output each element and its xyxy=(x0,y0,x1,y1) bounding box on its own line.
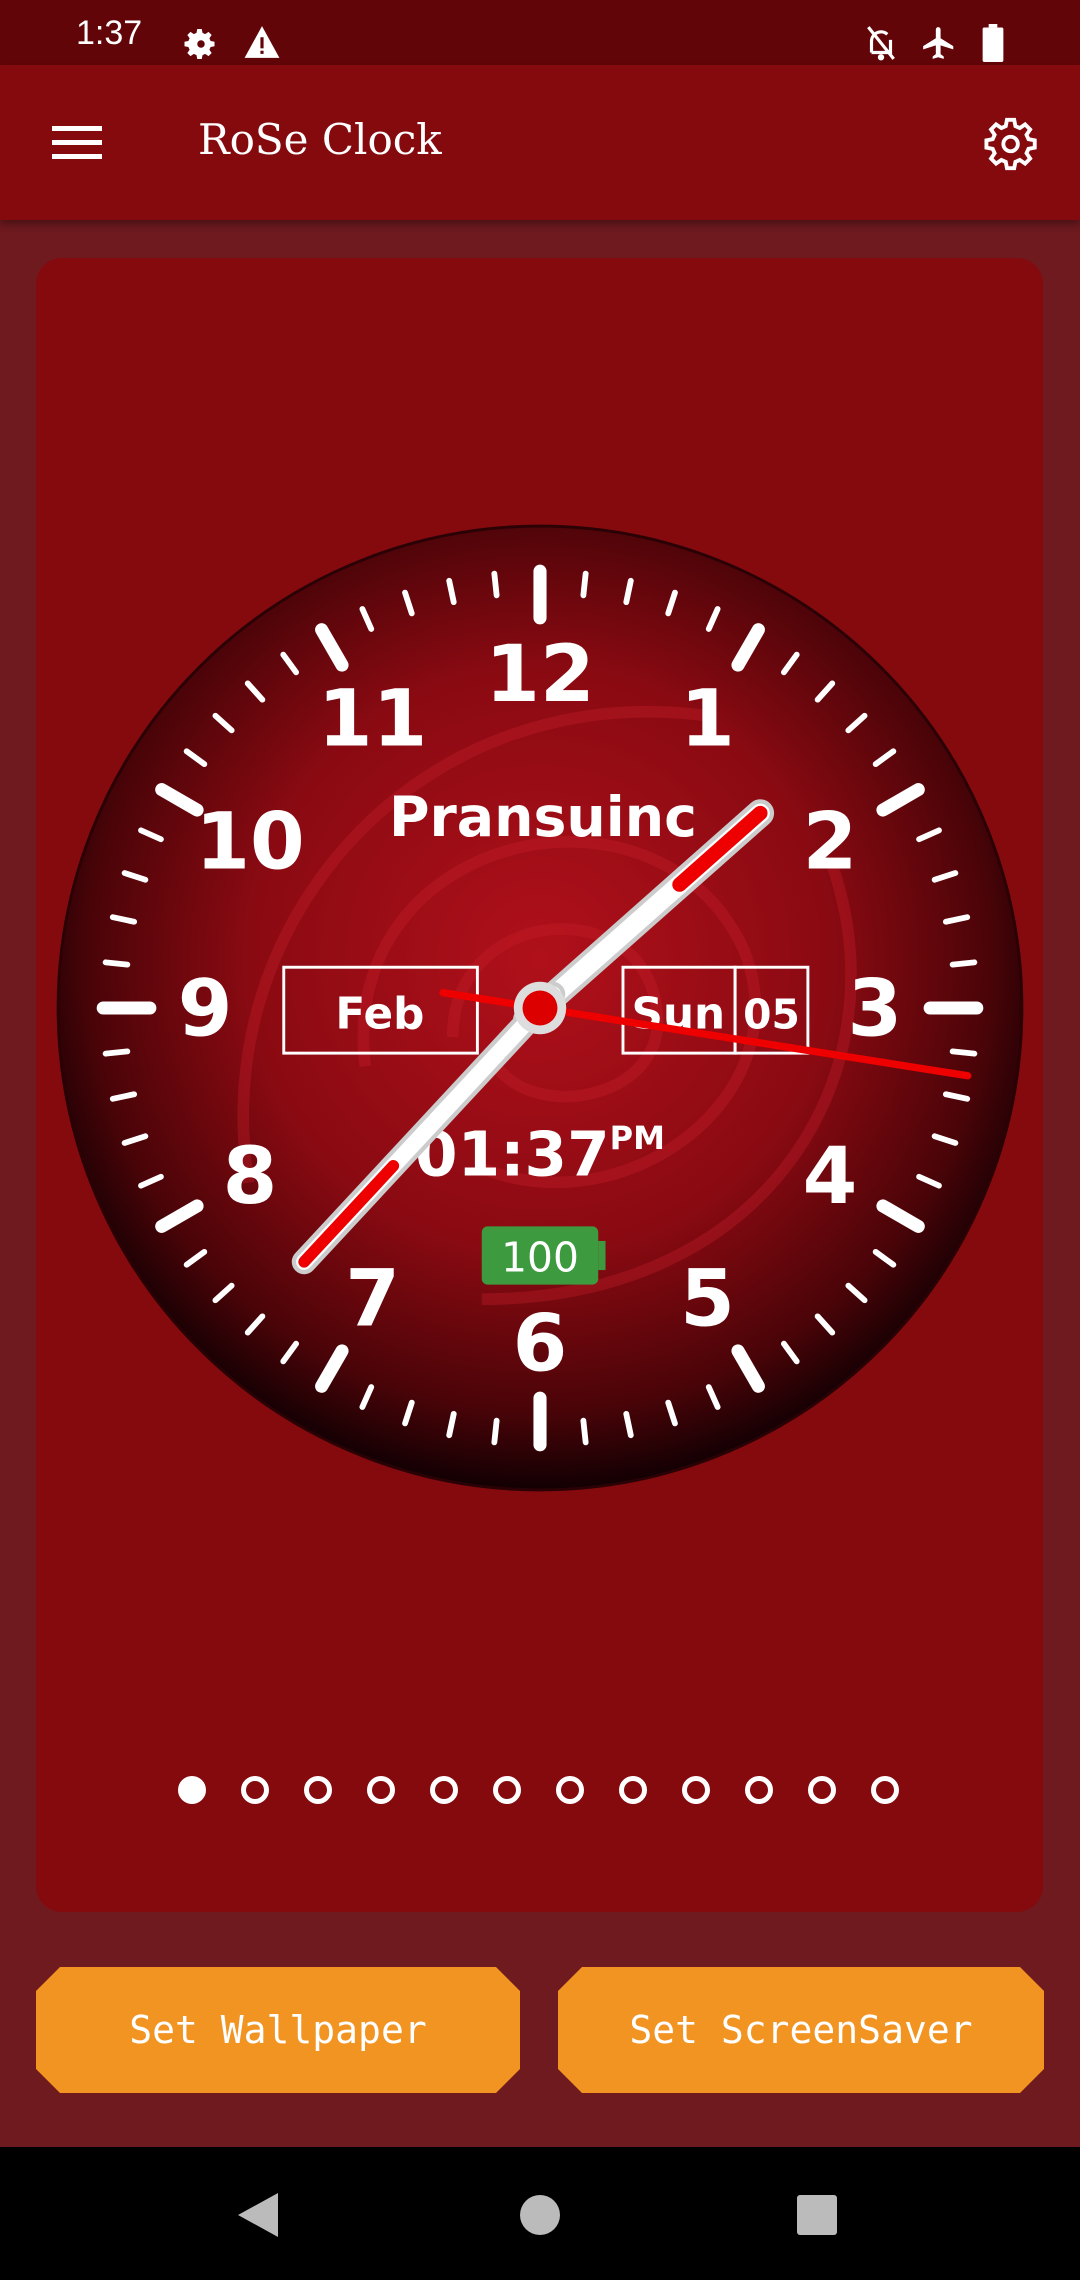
app-title: RoSe Clock xyxy=(198,115,442,164)
app-toolbar: RoSe Clock xyxy=(0,65,1080,220)
page-dot[interactable] xyxy=(430,1776,458,1804)
minute-tick xyxy=(949,1048,978,1057)
page-dot[interactable] xyxy=(304,1776,332,1804)
minute-tick xyxy=(102,1048,131,1057)
page-dot[interactable] xyxy=(241,1776,269,1804)
numeral-9: 9 xyxy=(178,963,233,1055)
page-dot[interactable] xyxy=(178,1776,206,1804)
minute-tick xyxy=(102,959,131,968)
minute-tick xyxy=(491,1417,500,1446)
page-dot[interactable] xyxy=(682,1776,710,1804)
numeral-7: 7 xyxy=(345,1253,400,1345)
set-wallpaper-button[interactable]: Set Wallpaper xyxy=(36,1967,520,2093)
numeral-6: 6 xyxy=(513,1298,568,1390)
notifications-off-icon xyxy=(867,26,895,61)
minute-tick xyxy=(491,570,500,599)
numeral-11: 11 xyxy=(318,673,427,765)
status-time: 1:37 xyxy=(76,14,143,52)
back-icon[interactable] xyxy=(238,2193,280,2237)
analog-clock: 12 1234567891011 Pransuinc Feb Sun 05 01:… xyxy=(56,524,1024,1492)
numeral-1: 1 xyxy=(680,673,735,765)
page-dot[interactable] xyxy=(493,1776,521,1804)
home-icon[interactable] xyxy=(519,2194,561,2236)
minute-tick xyxy=(580,570,589,599)
page-dot[interactable] xyxy=(871,1776,899,1804)
page-dot[interactable] xyxy=(745,1776,773,1804)
numeral-12: 12 xyxy=(485,628,594,720)
gear-icon[interactable] xyxy=(984,115,1042,173)
numeral-8: 8 xyxy=(223,1130,278,1222)
gear-icon xyxy=(184,29,215,59)
day-label: 05 xyxy=(743,990,800,1038)
battery-level: 100 xyxy=(501,1234,579,1282)
battery-icon xyxy=(982,24,1004,62)
battery-indicator: 100 xyxy=(481,1226,606,1285)
status-bar: 1:37 xyxy=(0,0,1080,65)
warning-icon xyxy=(244,26,280,58)
page-dot[interactable] xyxy=(619,1776,647,1804)
minute-tick xyxy=(580,1417,589,1446)
page-dot[interactable] xyxy=(556,1776,584,1804)
recents-icon[interactable] xyxy=(797,2195,837,2235)
numeral-3: 3 xyxy=(848,963,903,1055)
page-indicator xyxy=(0,1772,1080,1808)
brand-label: Pransuinc xyxy=(389,786,697,850)
airplane-icon xyxy=(923,27,954,59)
hamburger-icon[interactable] xyxy=(52,126,102,160)
hand-cap-center xyxy=(522,990,558,1026)
numeral-5: 5 xyxy=(680,1253,735,1345)
page-dot[interactable] xyxy=(808,1776,836,1804)
navigation-bar xyxy=(0,2147,1080,2280)
numeral-4: 4 xyxy=(803,1130,858,1222)
month-label: Feb xyxy=(335,988,424,1039)
set-screensaver-button[interactable]: Set ScreenSaver xyxy=(558,1967,1044,2093)
numeral-2: 2 xyxy=(803,795,858,887)
page-dot[interactable] xyxy=(367,1776,395,1804)
numeral-10: 10 xyxy=(195,795,304,887)
minute-tick xyxy=(949,959,978,968)
